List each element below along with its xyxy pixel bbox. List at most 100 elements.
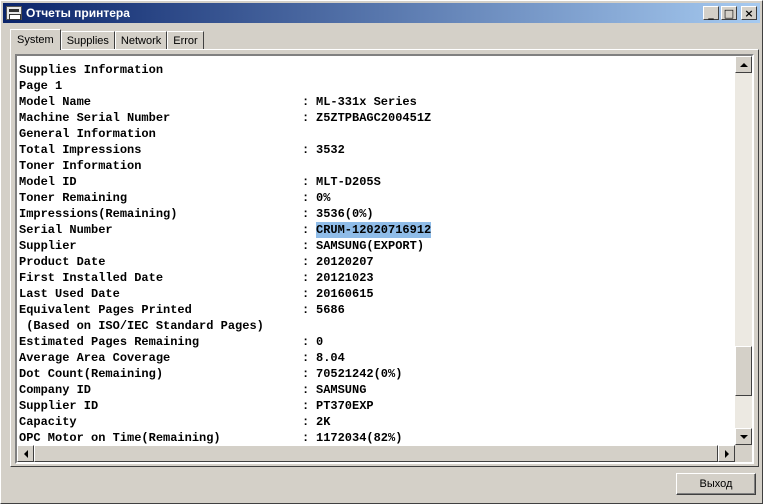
report-line: Model ID: MLT-D205S	[19, 174, 431, 190]
report-line: First Installed Date:20121023	[19, 270, 431, 286]
report-line-separator: :	[302, 431, 310, 445]
report-line: Dot Count(Remaining):70521242(0%)	[19, 366, 431, 382]
report-line: Supplier ID: PT370EXP	[19, 398, 431, 414]
report-line-separator: :	[302, 351, 310, 365]
report-line: Company ID: SAMSUNG	[19, 382, 431, 398]
report-line-label: Total Impressions	[19, 143, 142, 157]
maximize-button[interactable]: □	[721, 6, 737, 20]
report-line-separator: :	[302, 223, 310, 237]
horizontal-scrollbar[interactable]	[17, 445, 735, 462]
report-line-separator: :	[302, 415, 310, 429]
report-line-value: 8.04	[316, 351, 345, 365]
report-line-separator: :	[302, 255, 310, 269]
minimize-button[interactable]: _	[703, 6, 719, 20]
report-line-value: PT370EXP	[316, 399, 374, 413]
close-button[interactable]: ×	[741, 6, 757, 20]
vertical-scrollbar[interactable]	[735, 56, 752, 445]
report-line: Equivalent Pages Printed:5686	[19, 302, 431, 318]
report-line: Impressions(Remaining):3536(0%)	[19, 206, 431, 222]
report-line-label: OPC Motor on Time(Remaining)	[19, 431, 221, 445]
report-line-separator: :	[302, 207, 310, 221]
report-line-label: General Information	[19, 127, 156, 141]
scroll-left-button[interactable]	[17, 445, 34, 462]
printer-icon	[6, 6, 22, 20]
report-line-separator: :	[302, 383, 310, 397]
report-line-value: MLT-D205S	[316, 175, 381, 189]
tab-error[interactable]: Error	[167, 31, 204, 50]
report-line: Page 1	[19, 78, 431, 94]
report-lines: Supplies Information Page 1 Model Name: ML-…	[19, 62, 432, 446]
report-line-separator: :	[302, 287, 310, 301]
report-line-label: Toner Remaining	[19, 191, 128, 205]
report-line: Total Impressions:3532	[19, 142, 431, 158]
scroll-down-button[interactable]	[735, 428, 752, 445]
report-line-value: 0	[316, 335, 324, 349]
horizontal-scroll-thumb[interactable]	[34, 445, 718, 462]
report-line-separator: :	[302, 191, 310, 205]
report-line-label: Dot Count(Remaining)	[19, 367, 164, 381]
report-line: Last Used Date:20160615	[19, 286, 431, 302]
report-line: Model Name: ML-331x Series	[19, 94, 431, 110]
report-line: Toner Information	[19, 158, 431, 174]
report-line-value: SAMSUNG	[316, 383, 367, 397]
report-line-label: Supplier ID	[19, 399, 99, 413]
report-line: (Based on ISO/IEC Standard Pages)	[19, 318, 431, 334]
report-line-value: 5686	[316, 303, 345, 317]
report-line-separator: :	[302, 95, 310, 109]
report-line-separator: :	[302, 175, 310, 189]
report-line-separator: :	[302, 335, 310, 349]
tab-system[interactable]: System	[10, 29, 61, 50]
report-line-value: 70521242(0%)	[316, 367, 403, 381]
exit-button[interactable]: Выход	[676, 473, 756, 495]
report-line-value: 20121023	[316, 271, 374, 285]
report-line: Toner Remaining:0%	[19, 190, 431, 206]
report-line: Product Date:20120207	[19, 254, 431, 270]
report-line-label: Estimated Pages Remaining	[19, 335, 200, 349]
arrow-left-icon	[23, 449, 28, 458]
scroll-up-button[interactable]	[735, 56, 752, 73]
report-line: Average Area Coverage:8.04	[19, 350, 431, 366]
report-line-label: Supplies Information	[19, 63, 164, 77]
report-line-value: 3536(0%)	[316, 207, 374, 221]
report-line: Capacity:2K	[19, 414, 431, 430]
report-line-label: Capacity	[19, 415, 77, 429]
scrollbar-corner	[735, 445, 752, 462]
report-line-separator: :	[302, 111, 310, 125]
report-line: OPC Motor on Time(Remaining):1172034(82%…	[19, 430, 431, 446]
report-line: Machine Serial Number: Z5ZTPBAGC200451Z	[19, 110, 431, 126]
report-line-value: SAMSUNG(EXPORT)	[316, 239, 425, 253]
report-line-label: Product Date	[19, 255, 106, 269]
report-line: Estimated Pages Remaining:0	[19, 334, 431, 350]
report-line-separator: :	[302, 367, 310, 381]
title-bar[interactable]: Отчеты принтера _ □ ×	[3, 3, 760, 23]
report-line-value: 1172034(82%)	[316, 431, 403, 445]
report-textbox[interactable]: Supplies Information Page 1 Model Name: ML-…	[15, 54, 754, 464]
report-line-value: 3532	[316, 143, 345, 157]
report-line-label: Company ID	[19, 383, 92, 397]
tab-network[interactable]: Network	[114, 31, 168, 50]
report-line-value: 20120207	[316, 255, 374, 269]
arrow-down-icon	[739, 434, 748, 439]
scroll-right-button[interactable]	[718, 445, 735, 462]
report-line-label: Equivalent Pages Printed	[19, 303, 192, 317]
report-line-separator: :	[302, 303, 310, 317]
report-line-separator: :	[302, 239, 310, 253]
report-line-label: Model Name	[19, 95, 92, 109]
report-line: Supplier: SAMSUNG(EXPORT)	[19, 238, 431, 254]
report-line-value: Z5ZTPBAGC200451Z	[316, 111, 432, 125]
report-line: General Information	[19, 126, 431, 142]
report-line-label: Model ID	[19, 175, 77, 189]
report-line-value: ML-331x Series	[316, 95, 417, 109]
tab-supplies[interactable]: Supplies	[60, 31, 115, 50]
selected-value: CRUM-12020716912	[316, 222, 432, 238]
report-line-label: Serial Number	[19, 223, 113, 237]
tab-panel: Supplies Information Page 1 Model Name: ML-…	[10, 49, 759, 467]
vertical-scroll-thumb[interactable]	[735, 346, 752, 396]
report-line-label: Toner Information	[19, 159, 142, 173]
report-line-separator: :	[302, 399, 310, 413]
report-line: Serial Number: CRUM-12020716912	[19, 222, 432, 238]
tab-strip: System Supplies Network Error	[10, 29, 204, 50]
report-line-label: Impressions(Remaining)	[19, 207, 178, 221]
report-line-label: Average Area Coverage	[19, 351, 171, 365]
report-line-value: 20160615	[316, 287, 374, 301]
